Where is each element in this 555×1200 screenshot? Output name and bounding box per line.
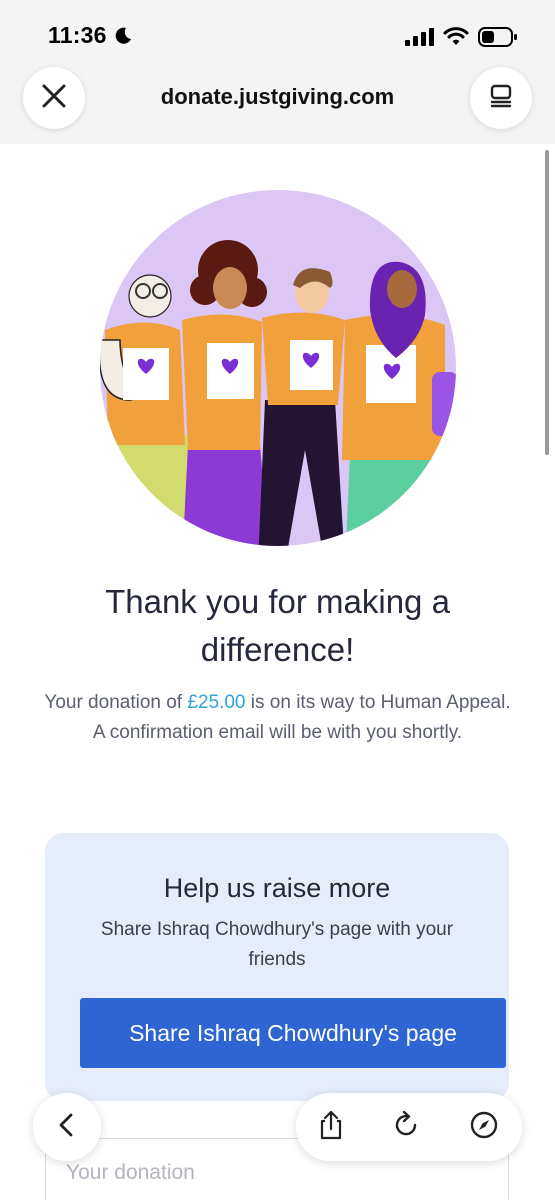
reload-button[interactable]	[384, 1105, 428, 1149]
email-note: A confirmation email will be with you sh…	[92, 722, 463, 743]
donation-suffix: is on its way to Human Appeal.	[245, 692, 511, 713]
donation-confirmation: Your donation of £25.00 is on its way to…	[40, 688, 515, 748]
share-title: Help us raise more	[163, 873, 391, 903]
battery-icon	[478, 26, 518, 53]
back-button[interactable]	[33, 1093, 101, 1161]
browser-toolbar	[296, 1093, 522, 1161]
status-bar: 11:36	[0, 0, 555, 64]
status-time: 11:36	[48, 22, 107, 48]
page-title: Thank you for making a difference!	[40, 578, 515, 674]
cellular-signal-icon	[405, 28, 435, 51]
share-button[interactable]	[309, 1105, 353, 1149]
moon-icon	[113, 26, 133, 51]
your-donation-label: Your donation	[66, 1161, 195, 1184]
reload-icon	[391, 1110, 421, 1145]
thank-you-illustration	[100, 190, 456, 546]
page-title-line-2: difference!	[200, 631, 355, 668]
tabs-overview-icon	[488, 83, 514, 114]
donation-prefix: Your donation of	[44, 692, 188, 713]
donation-amount: £25.00	[187, 692, 246, 713]
share-page-button[interactable]: Share Ishraq Chowdhury's page	[80, 998, 506, 1068]
share-card: Help us raise more Share Ishraq Chowdhur…	[45, 833, 509, 1101]
page-scrollbar[interactable]	[545, 150, 549, 455]
chevron-left-icon	[55, 1111, 79, 1144]
wifi-icon	[443, 26, 469, 51]
tabs-overview-button[interactable]	[470, 67, 532, 129]
share-icon	[316, 1109, 346, 1146]
share-description: Share Ishraq Chowdhury's page with your …	[100, 919, 454, 970]
browser-top-bar: donate.justgiving.com	[0, 64, 555, 144]
compass-icon	[469, 1110, 499, 1145]
compass-button[interactable]	[462, 1105, 506, 1149]
page-title-line-1: Thank you for making a	[105, 583, 450, 620]
